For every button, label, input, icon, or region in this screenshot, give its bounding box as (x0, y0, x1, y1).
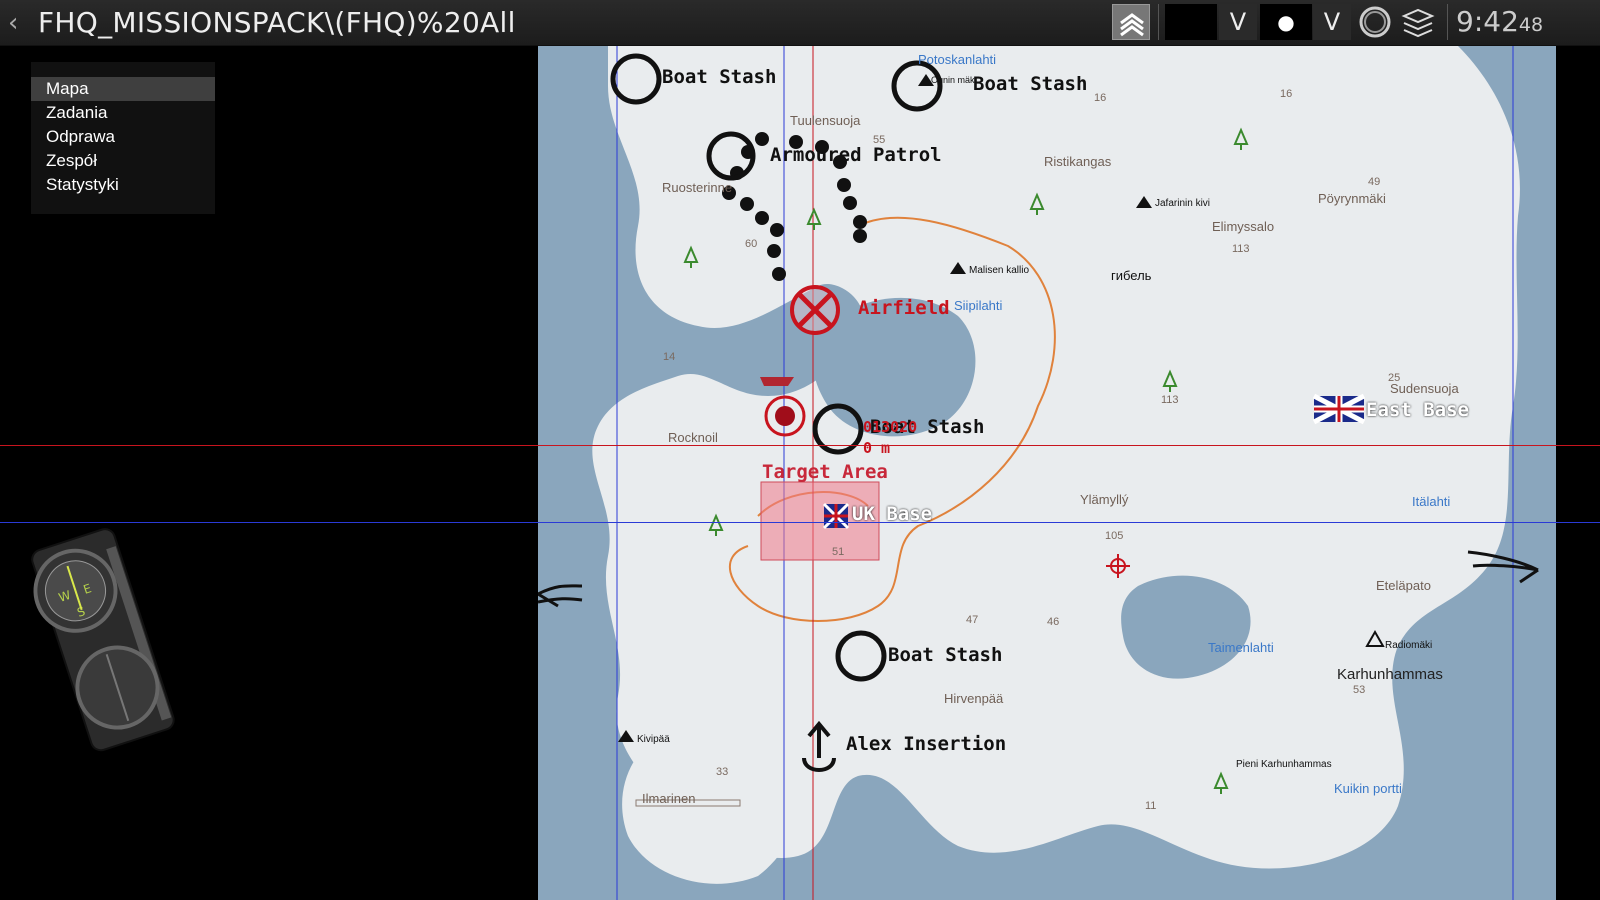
map-side-menu: Mapa Zadania Odprawa Zespół Statystyki (31, 62, 215, 214)
water-label: Siipilahti (954, 298, 1003, 313)
cursor-line-horizontal-blue (0, 522, 1600, 523)
place-label: Kivipää (637, 734, 670, 745)
place-label: Jafarinin kivi (1155, 198, 1211, 209)
place-label: Karhunhammas (1337, 666, 1443, 683)
clock-seconds: 48 (1518, 14, 1544, 36)
marker-airfield[interactable]: Airfield (858, 297, 950, 319)
game-clock: 9:4248 (1456, 4, 1543, 43)
place-label: Radiomäki (1385, 640, 1433, 651)
elevation-label: 11 (1145, 800, 1157, 812)
marker-boat-stash[interactable]: Boat Stash (888, 644, 1002, 666)
place-label: Ristikangas (1044, 154, 1112, 169)
elevation-label: 53 (1353, 684, 1366, 696)
menu-item-zadania[interactable]: Zadania (31, 101, 215, 125)
marker-boat-stash[interactable]: Boat Stash (662, 66, 776, 88)
place-label: Ruosterinne (662, 180, 733, 195)
marker-target-area[interactable]: Target Area (762, 461, 888, 483)
elevation-label: 47 (966, 614, 979, 626)
elevation-label: 33 (716, 766, 729, 778)
marker-color-dropdown[interactable]: V (1219, 4, 1257, 40)
place-label: Ounin mäki (931, 75, 977, 85)
marker-alex-insertion[interactable]: Alex Insertion (846, 733, 1006, 755)
place-label: Ylämyllý (1080, 492, 1129, 507)
marker-east-base[interactable]: East Base (1366, 399, 1469, 421)
back-icon[interactable]: ‹ (8, 8, 18, 38)
elevation-label: 60 (745, 238, 758, 250)
game-map-screen: ‹ FHQ_MISSIONSPACK\(FHQ)%20All V ● V 9:4… (0, 0, 1600, 900)
map-terrain (538, 46, 1539, 900)
place-label: Pieni Karhunhammas (1236, 759, 1332, 770)
place-label: Pöyrynmäki (1318, 191, 1386, 206)
elevation-label: 105 (1105, 530, 1124, 542)
menu-item-statystyki[interactable]: Statystyki (31, 173, 215, 197)
elevation-label: 46 (1047, 616, 1060, 628)
menu-item-mapa[interactable]: Mapa (31, 77, 215, 101)
elevation-label: 14 (663, 351, 676, 363)
cursor-distance-readout: 0 m (863, 439, 891, 457)
place-label: Ilmarinen (642, 791, 696, 806)
place-label: Elimyssalo (1212, 219, 1275, 234)
marker-type-dropdown[interactable]: V (1313, 4, 1351, 40)
place-label: гибель (1111, 268, 1152, 283)
gps-circle-icon[interactable] (1356, 4, 1394, 40)
clock-main: 9:42 (1456, 5, 1519, 38)
place-label: Eteläpato (1376, 578, 1431, 593)
menu-item-odprawa[interactable]: Odprawa (31, 125, 215, 149)
place-label: Hirvenpää (944, 691, 1004, 706)
menu-item-zespol[interactable]: Zespół (31, 149, 215, 173)
compass-icon: W E S (12, 515, 192, 765)
place-label: Rocknoil (668, 430, 718, 445)
elevation-label: 49 (1368, 176, 1381, 188)
cursor-line-horizontal-red (0, 445, 1600, 446)
elevation-label: 16 (1094, 92, 1107, 104)
top-bar: ‹ FHQ_MISSIONSPACK\(FHQ)%20All V ● V 9:4… (0, 0, 1600, 46)
elevation-label: 51 (832, 546, 845, 558)
map-view[interactable]: Ruosterinne Tuulensuoja Ristikangas Pöyr… (538, 46, 1556, 900)
marker-color-swatch[interactable] (1165, 4, 1217, 40)
water-label: Taimenlahti (1208, 640, 1274, 655)
elevation-label: 113 (1232, 243, 1250, 255)
elevation-label: 16 (1280, 88, 1293, 100)
marker-type-swatch[interactable]: ● (1260, 4, 1312, 40)
elevation-label: 113 (1161, 394, 1179, 406)
place-label: Tuulensuoja (790, 113, 861, 128)
marker-boat-stash[interactable]: Boat Stash (973, 73, 1087, 95)
cursor-grid-readout: 013020 (863, 418, 918, 436)
layers-icon[interactable] (1398, 4, 1438, 40)
water-label: Kuikin portti (1334, 781, 1402, 796)
place-label: Sudensuoja (1390, 381, 1459, 396)
water-label: Itälahti (1412, 494, 1451, 509)
elevation-label: 25 (1388, 372, 1401, 384)
mission-title: FHQ_MISSIONSPACK\(FHQ)%20All (38, 6, 516, 39)
rank-chevrons-icon[interactable] (1112, 4, 1150, 40)
water-label: Potoskanlahti (918, 52, 997, 67)
place-label: Malisen kallio (969, 265, 1030, 276)
marker-armoured-patrol[interactable]: Armoured Patrol (770, 144, 942, 166)
